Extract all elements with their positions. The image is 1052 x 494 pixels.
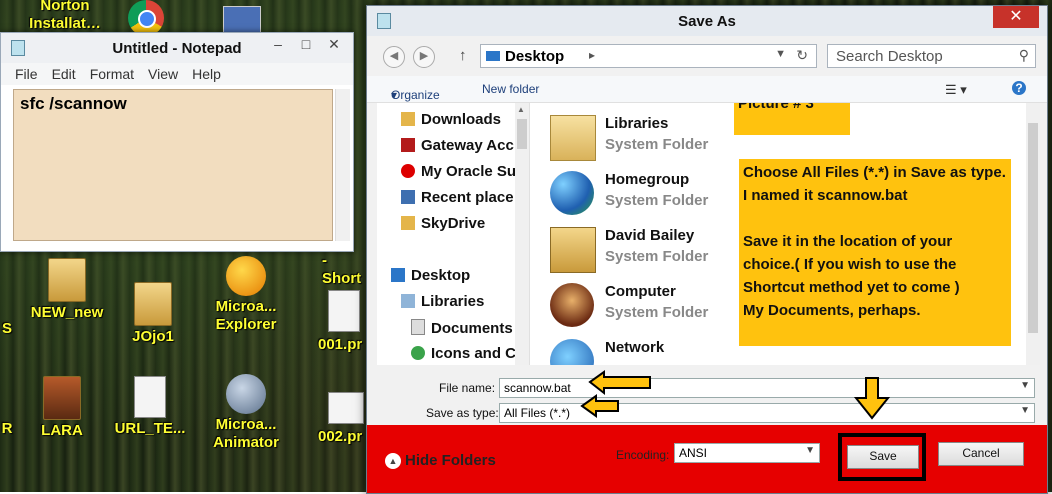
arrow-to-save-button [853,377,891,420]
annotation-arrows [580,370,891,420]
arrow-to-save-type [580,394,619,418]
arrow-to-filename [588,370,651,396]
